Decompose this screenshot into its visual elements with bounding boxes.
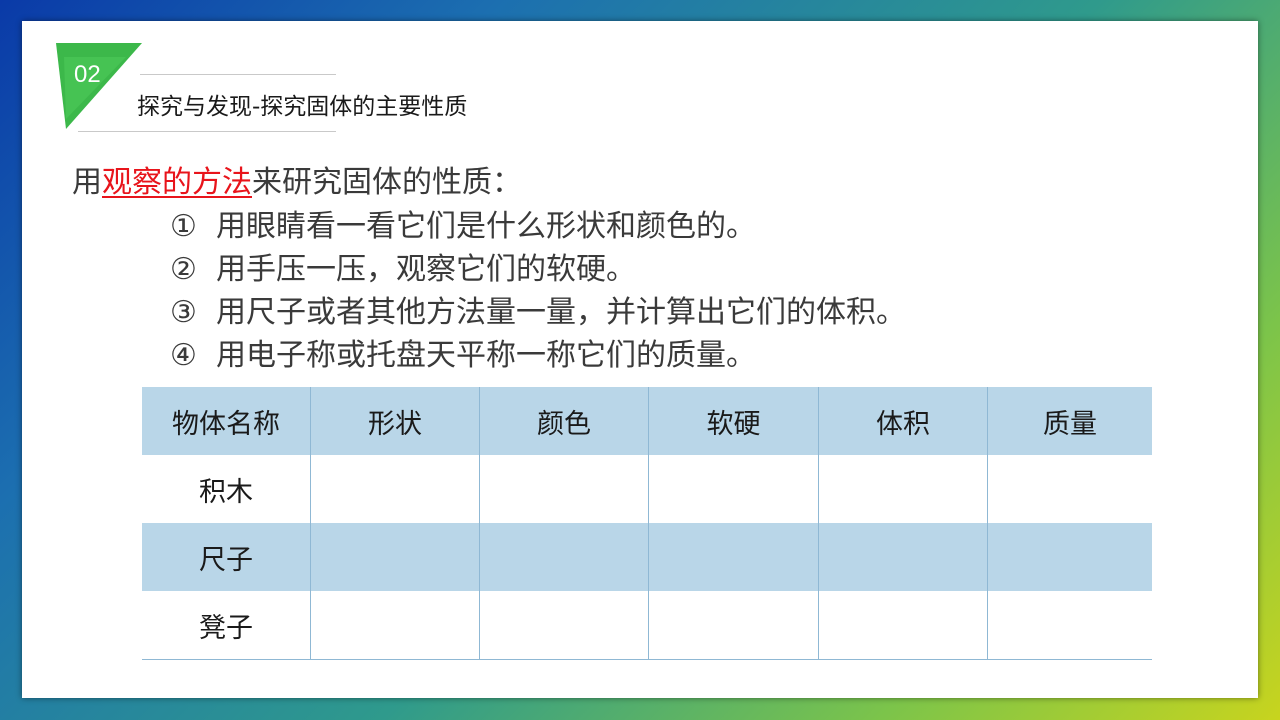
list-item: ② 用手压一压，观察它们的软硬。 (170, 248, 906, 291)
intro-highlight: 观察的方法 (102, 165, 252, 200)
empty-cell[interactable] (648, 455, 819, 523)
list-item: ① 用眼睛看一看它们是什么形状和颜色的。 (170, 205, 906, 248)
header-volume: 体积 (818, 387, 988, 455)
empty-cell[interactable] (479, 591, 649, 660)
properties-table: 物体名称 形状 颜色 软硬 体积 质量 积木 尺子 凳子 (142, 387, 1152, 660)
step-text: 用电子称或托盘天平称一称它们的质量。 (216, 338, 756, 373)
empty-cell[interactable] (310, 455, 480, 523)
step-number: ④ (170, 338, 197, 373)
list-item: ③ 用尺子或者其他方法量一量，并计算出它们的体积。 (170, 291, 906, 334)
empty-cell[interactable] (310, 523, 480, 591)
table-row: 积木 (142, 455, 1152, 523)
title-divider-bottom (78, 131, 336, 132)
empty-cell[interactable] (648, 523, 819, 591)
step-text: 用尺子或者其他方法量一量，并计算出它们的体积。 (216, 295, 906, 330)
empty-cell[interactable] (818, 455, 988, 523)
header-object-name: 物体名称 (142, 387, 311, 455)
row-name-cell: 积木 (199, 476, 253, 508)
row-name-cell: 凳子 (142, 591, 311, 660)
step-text: 用眼睛看一看它们是什么形状和颜色的。 (216, 209, 756, 244)
title-divider-top (140, 74, 336, 75)
slide: 02 探究与发现-探究固体的主要性质 用观察的方法来研究固体的性质： ① 用眼睛看… (22, 21, 1258, 698)
step-number: ③ (170, 295, 197, 330)
table-row: 凳子 (142, 591, 1152, 660)
section-number: 02 (74, 61, 101, 88)
empty-cell[interactable] (648, 591, 819, 660)
empty-cell[interactable] (479, 523, 649, 591)
empty-cell[interactable] (987, 591, 1152, 660)
empty-cell[interactable] (987, 523, 1152, 591)
header-shape: 形状 (310, 387, 480, 455)
step-number: ① (170, 209, 197, 244)
steps-list: ① 用眼睛看一看它们是什么形状和颜色的。 ② 用手压一压，观察它们的软硬。 ③ 用尺子… (170, 205, 906, 377)
empty-cell[interactable] (818, 591, 988, 660)
list-item: ④ 用电子称或托盘天平称一称它们的质量。 (170, 334, 906, 377)
header-color: 颜色 (479, 387, 649, 455)
intro-suffix: 来研究固体的性质： (252, 165, 522, 200)
table-row: 尺子 (142, 523, 1152, 591)
table-header-row: 物体名称 形状 颜色 软硬 体积 质量 (142, 387, 1152, 455)
intro-prefix: 用 (72, 165, 102, 200)
step-text: 用手压一压，观察它们的软硬。 (216, 252, 636, 287)
header-hardness: 软硬 (648, 387, 819, 455)
step-number: ② (170, 252, 197, 287)
empty-cell[interactable] (479, 455, 649, 523)
row-name-cell: 尺子 (142, 523, 311, 591)
empty-cell[interactable] (310, 591, 480, 660)
empty-cell[interactable] (818, 523, 988, 591)
section-title: 探究与发现-探究固体的主要性质 (137, 94, 468, 120)
intro-line: 用观察的方法来研究固体的性质： (72, 157, 522, 201)
empty-cell[interactable] (987, 455, 1152, 523)
header-mass: 质量 (987, 387, 1152, 455)
